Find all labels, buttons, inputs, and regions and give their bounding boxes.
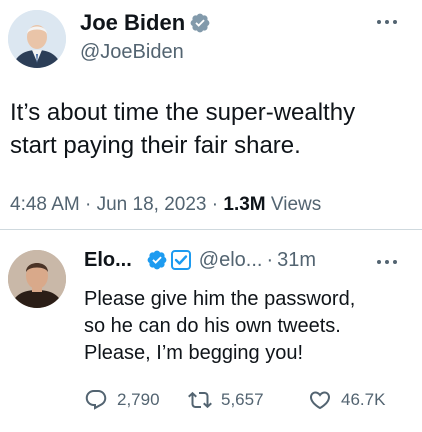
reply-icon — [85, 390, 107, 410]
author-name-row: Joe Biden — [80, 9, 211, 37]
author-name[interactable]: Joe Biden — [80, 10, 185, 36]
retweet-button[interactable]: 5,657 — [188, 388, 308, 412]
views-count: 1.3M — [223, 194, 266, 215]
reply-text-line: so he can do his own tweets. — [84, 315, 341, 337]
reply-text: Please give him the password, so he can … — [84, 286, 414, 367]
reply-author-name[interactable]: Elo... — [84, 249, 132, 272]
like-button[interactable]: 46.7K — [308, 388, 385, 412]
header-separator: · — [266, 248, 274, 271]
tweet-text-line: start paying their fair share. — [10, 132, 301, 159]
more-dots-icon — [377, 260, 397, 264]
retweet-count: 5,657 — [221, 390, 264, 409]
reply-text-line: Please give him the password, — [84, 288, 356, 310]
verified-badge-icon — [147, 250, 167, 270]
tweet-text: It’s about time the super-wealthy start … — [10, 96, 415, 162]
more-options-button[interactable] — [372, 12, 402, 32]
reply-button[interactable]: 2,790 — [84, 388, 188, 412]
more-dots-icon — [377, 20, 397, 24]
tweet-time[interactable]: 4:48 AM — [10, 194, 80, 215]
reply-tweet[interactable]: Elo... @elo... · 31m Please give him the… — [0, 230, 422, 432]
reply-header: Elo... @elo... · 31m — [84, 247, 316, 273]
main-tweet: Joe Biden @JoeBiden It’s about time the … — [0, 0, 422, 228]
meta-separator: · — [206, 194, 224, 215]
like-count: 46.7K — [341, 390, 386, 409]
reply-text-line: Please, I’m begging you! — [84, 342, 304, 364]
verified-badge-icon — [190, 13, 210, 33]
tweet-meta: 4:48 AM · Jun 18, 2023 · 1.3M Views — [10, 194, 321, 216]
meta-separator: · — [79, 194, 97, 215]
reply-count: 2,790 — [117, 390, 160, 409]
reply-time[interactable]: 31m — [277, 249, 316, 272]
reply-author-avatar[interactable] — [8, 250, 66, 308]
author-handle[interactable]: @JoeBiden — [80, 41, 184, 64]
tweet-text-line: It’s about time the super-wealthy — [10, 99, 356, 126]
retweet-icon — [188, 391, 212, 409]
affiliate-badge-icon[interactable] — [170, 250, 191, 270]
views-label: Views — [265, 194, 322, 215]
heart-icon — [309, 391, 331, 410]
author-avatar[interactable] — [8, 10, 66, 68]
tweet-date[interactable]: Jun 18, 2023 — [97, 194, 207, 215]
reply-actions: 2,790 5,657 46.7K — [84, 388, 385, 412]
reply-author-handle[interactable]: @elo... — [199, 249, 263, 272]
reply-more-options-button[interactable] — [372, 252, 402, 272]
